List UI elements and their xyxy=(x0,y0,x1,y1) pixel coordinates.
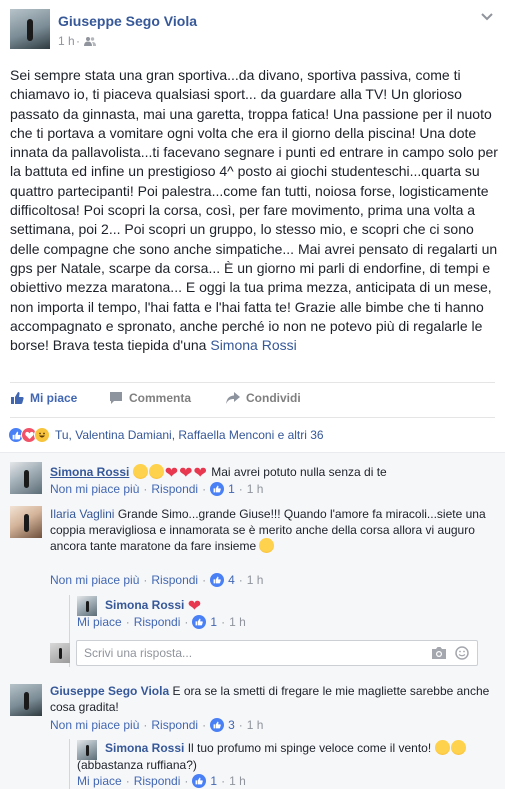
comment-time[interactable]: 1 h xyxy=(229,774,246,788)
comment-time[interactable]: 1 h xyxy=(229,615,246,629)
chevron-down-icon[interactable] xyxy=(481,12,493,22)
heart-emoji-icon: ❤ xyxy=(164,465,179,482)
reply-thread-line xyxy=(69,739,70,789)
comment-text: (abbastanza ruffiana?) xyxy=(77,758,197,772)
camera-icon[interactable] xyxy=(431,646,447,660)
share-label: Condividi xyxy=(246,391,301,405)
tagged-user-link[interactable]: Simona Rossi xyxy=(210,337,296,353)
like-count-icon xyxy=(210,718,225,732)
like-button[interactable]: Mi piace xyxy=(10,391,77,405)
like-count-icon xyxy=(192,774,207,788)
like-label: Mi piace xyxy=(30,391,78,405)
comment: Giuseppe Sego Viola E ora se la smetti d… xyxy=(50,683,490,715)
post-actions-bar: Mi piace Commenta Condividi xyxy=(0,388,505,412)
comment-author[interactable]: Simona Rossi xyxy=(50,465,129,479)
reaction-names[interactable]: Tu, Valentina Damiani, Raffaella Menconi… xyxy=(55,428,324,442)
comment-author[interactable]: Simona Rossi xyxy=(105,598,184,612)
heart-emoji-icon: ❤ xyxy=(187,598,202,615)
share-button[interactable]: Condividi xyxy=(226,391,301,405)
kiss-emoji-icon xyxy=(259,538,275,553)
like-link[interactable]: Mi piace xyxy=(77,774,122,788)
crying-emoji-icon xyxy=(132,464,148,479)
like-link[interactable]: Mi piace xyxy=(77,615,122,629)
unlike-link[interactable]: Non mi piace più xyxy=(50,482,139,496)
like-count-icon xyxy=(192,615,207,629)
reply-placeholder: Scrivi una risposta... xyxy=(84,646,193,660)
comments-section xyxy=(0,452,505,789)
commenter-avatar[interactable] xyxy=(10,506,42,538)
comment-icon xyxy=(110,392,122,404)
reply-link[interactable]: Rispondi xyxy=(134,774,181,788)
like-count[interactable]: 1 xyxy=(228,482,235,496)
like-count[interactable]: 3 xyxy=(228,718,235,732)
reactions-summary[interactable]: Tu, Valentina Damiani, Raffaella Menconi… xyxy=(8,426,324,444)
separator-dot: · xyxy=(76,34,80,48)
haha-reaction-icon xyxy=(34,427,50,443)
unlike-link[interactable]: Non mi piace più xyxy=(50,573,139,587)
comment-time[interactable]: 1 h xyxy=(247,573,264,587)
heart-emoji-icon: ❤ xyxy=(193,465,207,482)
crying-emoji-icon xyxy=(148,464,164,479)
comment-time[interactable]: 1 h xyxy=(247,482,264,496)
comment-text: Il tuo profumo mi spinge veloce come il … xyxy=(187,741,432,755)
current-user-avatar xyxy=(50,643,70,663)
commenter-avatar[interactable] xyxy=(10,684,42,716)
commenter-avatar[interactable] xyxy=(77,596,97,616)
like-count[interactable]: 1 xyxy=(210,774,217,788)
comment-meta: Mi piace · Rispondi · 1 · 1 h xyxy=(77,774,246,788)
comment: Simona Rossi ❤❤❤ Mai avrei potuto nulla … xyxy=(50,464,490,482)
reply-link[interactable]: Rispondi xyxy=(134,615,181,629)
reply-link[interactable]: Rispondi xyxy=(151,482,198,496)
comment-time[interactable]: 1 h xyxy=(247,718,264,732)
reply: Simona Rossi ❤ xyxy=(105,597,485,615)
comment-text: Mai avrei potuto nulla senza di te xyxy=(211,465,387,479)
comment-button[interactable]: Commenta xyxy=(109,391,191,405)
comment-label: Commenta xyxy=(129,391,192,405)
comment-author[interactable]: Simona Rossi xyxy=(105,741,184,755)
comment-meta: Non mi piace più · Rispondi · 1 · 1 h xyxy=(50,482,264,496)
commenter-avatar[interactable] xyxy=(10,462,42,494)
post-author-name[interactable]: Giuseppe Sego Viola xyxy=(58,13,197,29)
unlike-link[interactable]: Non mi piace più xyxy=(50,718,139,732)
reply-continuation: (abbastanza ruffiana?) xyxy=(77,757,457,773)
post-header: Giuseppe Sego Viola 1 h · xyxy=(0,0,505,60)
laughing-emoji-icon xyxy=(434,740,450,755)
comment-author[interactable]: Ilaria Vaglini xyxy=(50,507,114,521)
laughing-emoji-icon xyxy=(450,740,466,755)
reply: Simona Rossi Il tuo profumo mi spinge ve… xyxy=(105,740,495,756)
thumbs-up-icon xyxy=(11,392,24,404)
comment-meta: Non mi piace più · Rispondi · 4 · 1 h xyxy=(50,573,264,587)
reply-input[interactable]: Scrivi una risposta... xyxy=(76,640,478,666)
post-timestamp[interactable]: 1 h xyxy=(58,34,75,48)
divider xyxy=(10,417,495,418)
divider xyxy=(10,382,495,383)
comment: Ilaria Vaglini Grande Simo...grande Gius… xyxy=(50,506,490,554)
post-body: Sei sempre stata una gran sportiva...da … xyxy=(10,66,498,355)
like-count[interactable]: 4 xyxy=(228,573,235,587)
friends-audience-icon[interactable] xyxy=(84,36,96,46)
author-avatar[interactable] xyxy=(10,9,50,49)
heart-emoji-icon: ❤ xyxy=(179,465,193,482)
comment-meta: Non mi piace più · Rispondi · 3 · 1 h xyxy=(50,718,264,732)
smiley-icon[interactable] xyxy=(455,646,469,660)
like-count[interactable]: 1 xyxy=(210,615,217,629)
comment-meta: Mi piace · Rispondi · 1 · 1 h xyxy=(77,615,246,629)
share-arrow-icon xyxy=(226,392,240,404)
like-count-icon xyxy=(210,482,225,496)
post-text: Sei sempre stata una gran sportiva...da … xyxy=(10,67,498,354)
reply-link[interactable]: Rispondi xyxy=(151,573,198,587)
comment-author[interactable]: Giuseppe Sego Viola xyxy=(50,684,169,698)
like-count-icon xyxy=(210,573,225,587)
reply-link[interactable]: Rispondi xyxy=(151,718,198,732)
